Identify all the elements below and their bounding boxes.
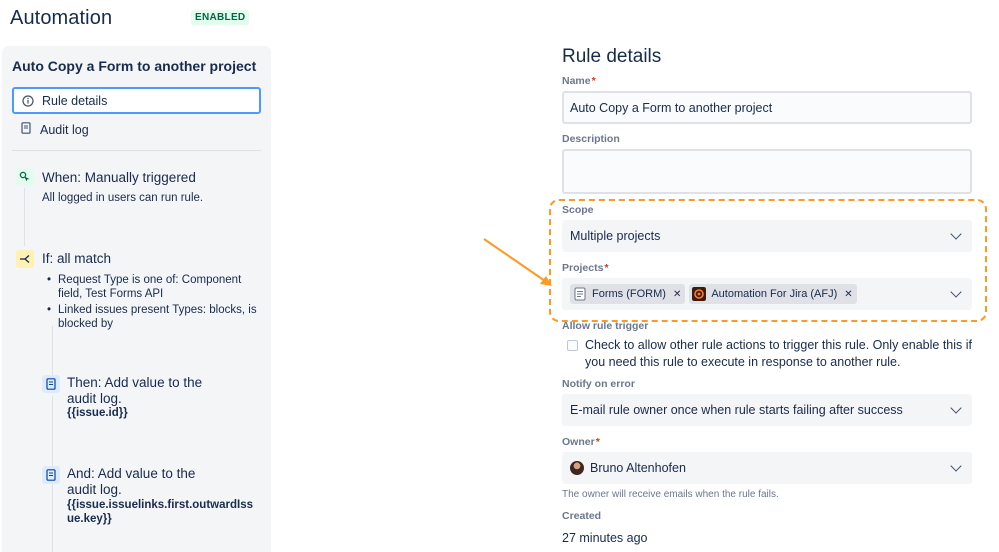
name-label: Name*	[562, 75, 596, 87]
page-title: Rule details	[562, 46, 662, 67]
timeline-connector	[24, 188, 25, 246]
app-title: Automation	[10, 6, 113, 29]
audit-log-icon	[42, 466, 60, 484]
chevron-down-icon	[950, 402, 962, 414]
action-title[interactable]: Then: Add value to the audit log.	[67, 375, 207, 407]
owner-help-text: The owner will receive emails when the r…	[562, 489, 779, 500]
project-tag: Automation For Jira (AFJ) ✕	[689, 284, 857, 304]
condition-title[interactable]: If: all match	[42, 251, 262, 267]
action-title[interactable]: And: Add value to the audit log.	[67, 466, 207, 498]
document-icon	[21, 122, 31, 134]
chevron-down-icon	[950, 460, 962, 472]
owner-select[interactable]: Bruno Altenhofen	[562, 452, 972, 484]
required-marker: *	[604, 262, 609, 274]
rule-name: Auto Copy a Form to another project	[12, 58, 257, 74]
scope-value: Multiple projects	[570, 229, 661, 243]
owner-label-text: Owner	[562, 436, 595, 448]
scope-label: Scope	[562, 204, 594, 216]
allow-trigger-checkbox[interactable]	[567, 340, 578, 351]
status-badge: ENABLED	[191, 10, 250, 25]
name-label-text: Name	[562, 75, 591, 87]
notify-label: Notify on error	[562, 378, 635, 390]
project-tag: Forms (FORM) ✕	[570, 284, 686, 304]
condition-criterion: Request Type is one of: Component field,…	[44, 273, 262, 301]
info-icon	[22, 95, 34, 107]
sidebar-divider	[12, 150, 261, 151]
action-value: {{issue.issuelinks.first.outwardIssue.ke…	[67, 499, 253, 525]
scope-select[interactable]: Multiple projects	[562, 220, 972, 252]
branch-icon	[16, 250, 34, 268]
nav-audit-log[interactable]: Audit log	[12, 116, 261, 143]
action-value: {{issue.id}}	[67, 407, 128, 419]
created-label: Created	[562, 510, 602, 522]
projects-label-text: Projects	[562, 262, 604, 274]
project-tag-label: Forms (FORM)	[592, 288, 666, 300]
chevron-down-icon	[950, 228, 962, 240]
avatar	[570, 461, 584, 475]
required-marker: *	[591, 75, 596, 87]
header: Automation	[10, 6, 112, 30]
nav-label: Rule details	[42, 93, 108, 108]
required-marker: *	[595, 436, 600, 448]
nav-label: Audit log	[40, 122, 89, 137]
audit-log-icon	[42, 375, 60, 393]
owner-label: Owner*	[562, 436, 600, 448]
manual-trigger-icon	[16, 168, 34, 186]
afj-project-icon	[692, 287, 707, 301]
rule-sidebar: Auto Copy a Form to another project Rule…	[2, 46, 271, 552]
trigger-description: All logged in users can run rule.	[42, 192, 204, 204]
allow-trigger-text: Check to allow other rule actions to tri…	[585, 338, 972, 369]
remove-tag-icon[interactable]: ✕	[844, 289, 852, 300]
projects-select[interactable]: Forms (FORM) ✕ Automation For Jira (AFJ)…	[562, 278, 972, 310]
notify-select[interactable]: E-mail rule owner once when rule starts …	[562, 394, 972, 426]
forms-project-icon	[574, 287, 586, 301]
description-input[interactable]	[562, 149, 972, 194]
nav-rule-details[interactable]: Rule details	[12, 87, 261, 114]
name-input-value: Auto Copy a Form to another project	[570, 100, 773, 115]
name-input[interactable]: Auto Copy a Form to another project	[562, 91, 972, 124]
condition-criterion: Linked issues present Types: blocks, is …	[44, 303, 262, 331]
projects-label: Projects*	[562, 262, 609, 274]
description-label: Description	[562, 133, 620, 145]
timeline-connector	[52, 326, 53, 376]
chevron-down-icon	[950, 286, 962, 298]
created-value: 27 minutes ago	[562, 531, 648, 545]
notify-value: E-mail rule owner once when rule starts …	[570, 403, 903, 417]
allow-trigger-label: Allow rule trigger	[562, 320, 649, 332]
condition-criteria: Request Type is one of: Component field,…	[44, 273, 262, 333]
owner-value: Bruno Altenhofen	[590, 461, 686, 475]
project-tag-label: Automation For Jira (AFJ)	[711, 288, 838, 300]
trigger-title[interactable]: When: Manually triggered	[42, 170, 262, 186]
remove-tag-icon[interactable]: ✕	[673, 289, 681, 300]
